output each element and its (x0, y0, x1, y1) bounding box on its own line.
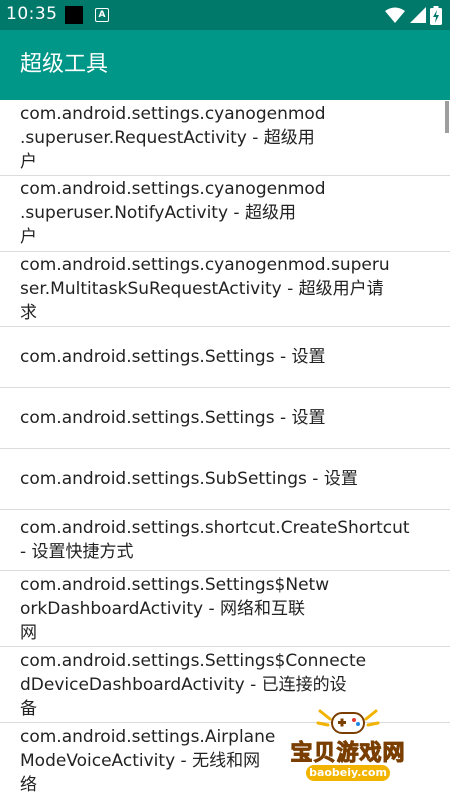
list-item[interactable]: com.android.settings.cyanogenmod .superu… (0, 100, 450, 176)
notification-badge-icon: A (95, 8, 109, 22)
watermark-name: 宝贝游戏网 (290, 741, 406, 767)
list-item[interactable]: com.android.settings.Settings - 设置 (0, 388, 450, 449)
activity-label: com.android.settings.cyanogenmod .superu… (20, 104, 326, 172)
screen: 10:35 A 超级工具 com.android.settings.cyanog… (0, 0, 450, 800)
notification-app-icon (65, 6, 83, 24)
wifi-icon (385, 7, 405, 23)
list-item[interactable]: com.android.settings.cyanogenmod .superu… (0, 176, 450, 252)
activity-label: com.android.settings.cyanogenmod .superu… (20, 179, 326, 247)
battery-icon (430, 6, 442, 25)
list-item[interactable]: com.android.settings.shortcut.CreateShor… (0, 510, 450, 571)
list-item[interactable]: com.android.settings.Settings$Netw orkDa… (0, 571, 450, 647)
gamepad-logo-icon (316, 709, 380, 734)
watermark: 宝贝游戏网 baobeiy.com (278, 705, 418, 795)
activity-label: com.android.settings.shortcut.CreateShor… (20, 518, 410, 562)
watermark-url: baobeiy.com (306, 765, 390, 781)
activity-label: com.android.settings.SubSettings - 设置 (20, 469, 358, 489)
scrollbar[interactable] (445, 101, 449, 133)
activity-label: com.android.settings.Settings - 设置 (20, 347, 326, 367)
signal-icon (410, 7, 426, 23)
app-bar: 超级工具 (0, 30, 450, 100)
list-item[interactable]: com.android.settings.SubSettings - 设置 (0, 449, 450, 510)
activity-list[interactable]: com.android.settings.cyanogenmod .superu… (0, 100, 450, 800)
page-title: 超级工具 (20, 52, 109, 77)
activity-label: com.android.settings.Settings - 设置 (20, 408, 326, 428)
list-item[interactable]: com.android.settings.Settings - 设置 (0, 327, 450, 388)
activity-label: com.android.settings.Settings$Netw orkDa… (20, 575, 330, 643)
activity-label: com.android.settings.cyanogenmod.superu … (20, 255, 390, 323)
list-item[interactable]: com.android.settings.cyanogenmod.superu … (0, 252, 450, 327)
status-time: 10:35 (6, 4, 58, 24)
status-bar: 10:35 A (0, 0, 450, 30)
